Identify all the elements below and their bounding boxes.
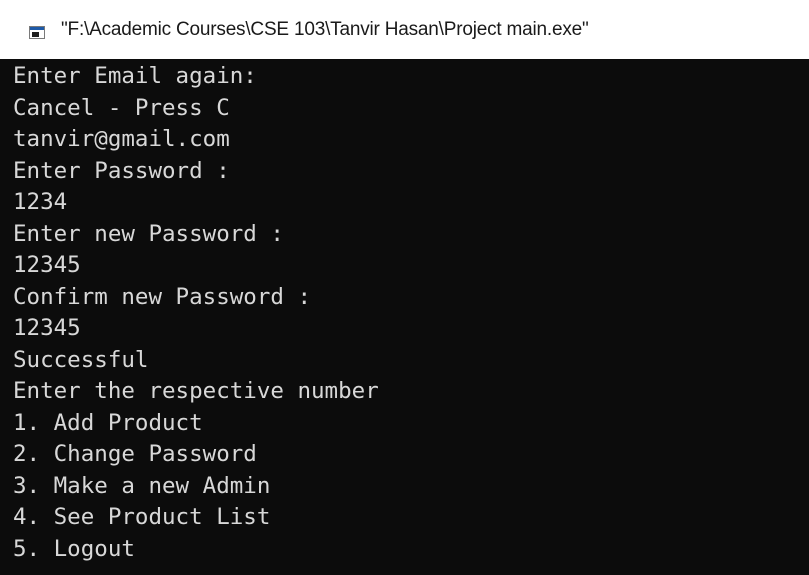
console-line-menu-option-add-product: 1. Add Product — [13, 409, 203, 436]
console-line-prompt-new-password: Enter new Password : — [13, 220, 284, 247]
console-line-email-input: tanvir@gmail.com — [13, 126, 230, 152]
console-line-success-message: Successful — [13, 346, 149, 373]
console-line-cancel-hint: Cancel - Press C — [13, 94, 230, 121]
console-line-prompt-email-again: Enter Email again: — [13, 63, 257, 89]
console-line-new-password-input: 12345 — [13, 252, 81, 278]
app-icon-titlebar-shape — [30, 27, 44, 30]
console-line-menu-option-change-password: 2. Change Password — [13, 441, 257, 467]
console-line-menu-option-new-admin: 3. Make a new Admin — [13, 472, 271, 499]
console-line-password-input: 1234 — [13, 189, 68, 215]
window-title: "F:\Academic Courses\CSE 103\Tanvir Hasa… — [61, 19, 589, 40]
console-line-confirm-password-input: 12345 — [13, 315, 81, 341]
console-window: "F:\Academic Courses\CSE 103\Tanvir Hasa… — [0, 0, 809, 575]
console-line-prompt-password: Enter Password : — [13, 157, 230, 184]
console-app-icon[interactable] — [29, 26, 45, 39]
console-line-menu-option-logout: 5. Logout — [13, 535, 135, 562]
console-lines: Enter Email again: Cancel - Press C tanv… — [0, 59, 809, 565]
console-line-prompt-confirm-password: Confirm new Password : — [13, 283, 312, 310]
app-icon-screen-shape — [32, 32, 39, 37]
console-output-area[interactable]: Enter Email again: Cancel - Press C tanv… — [0, 59, 809, 575]
console-line-menu-prompt: Enter the respective number — [13, 378, 379, 404]
console-line-menu-option-product-list: 4. See Product List — [13, 504, 271, 530]
title-bar[interactable]: "F:\Academic Courses\CSE 103\Tanvir Hasa… — [0, 0, 809, 59]
